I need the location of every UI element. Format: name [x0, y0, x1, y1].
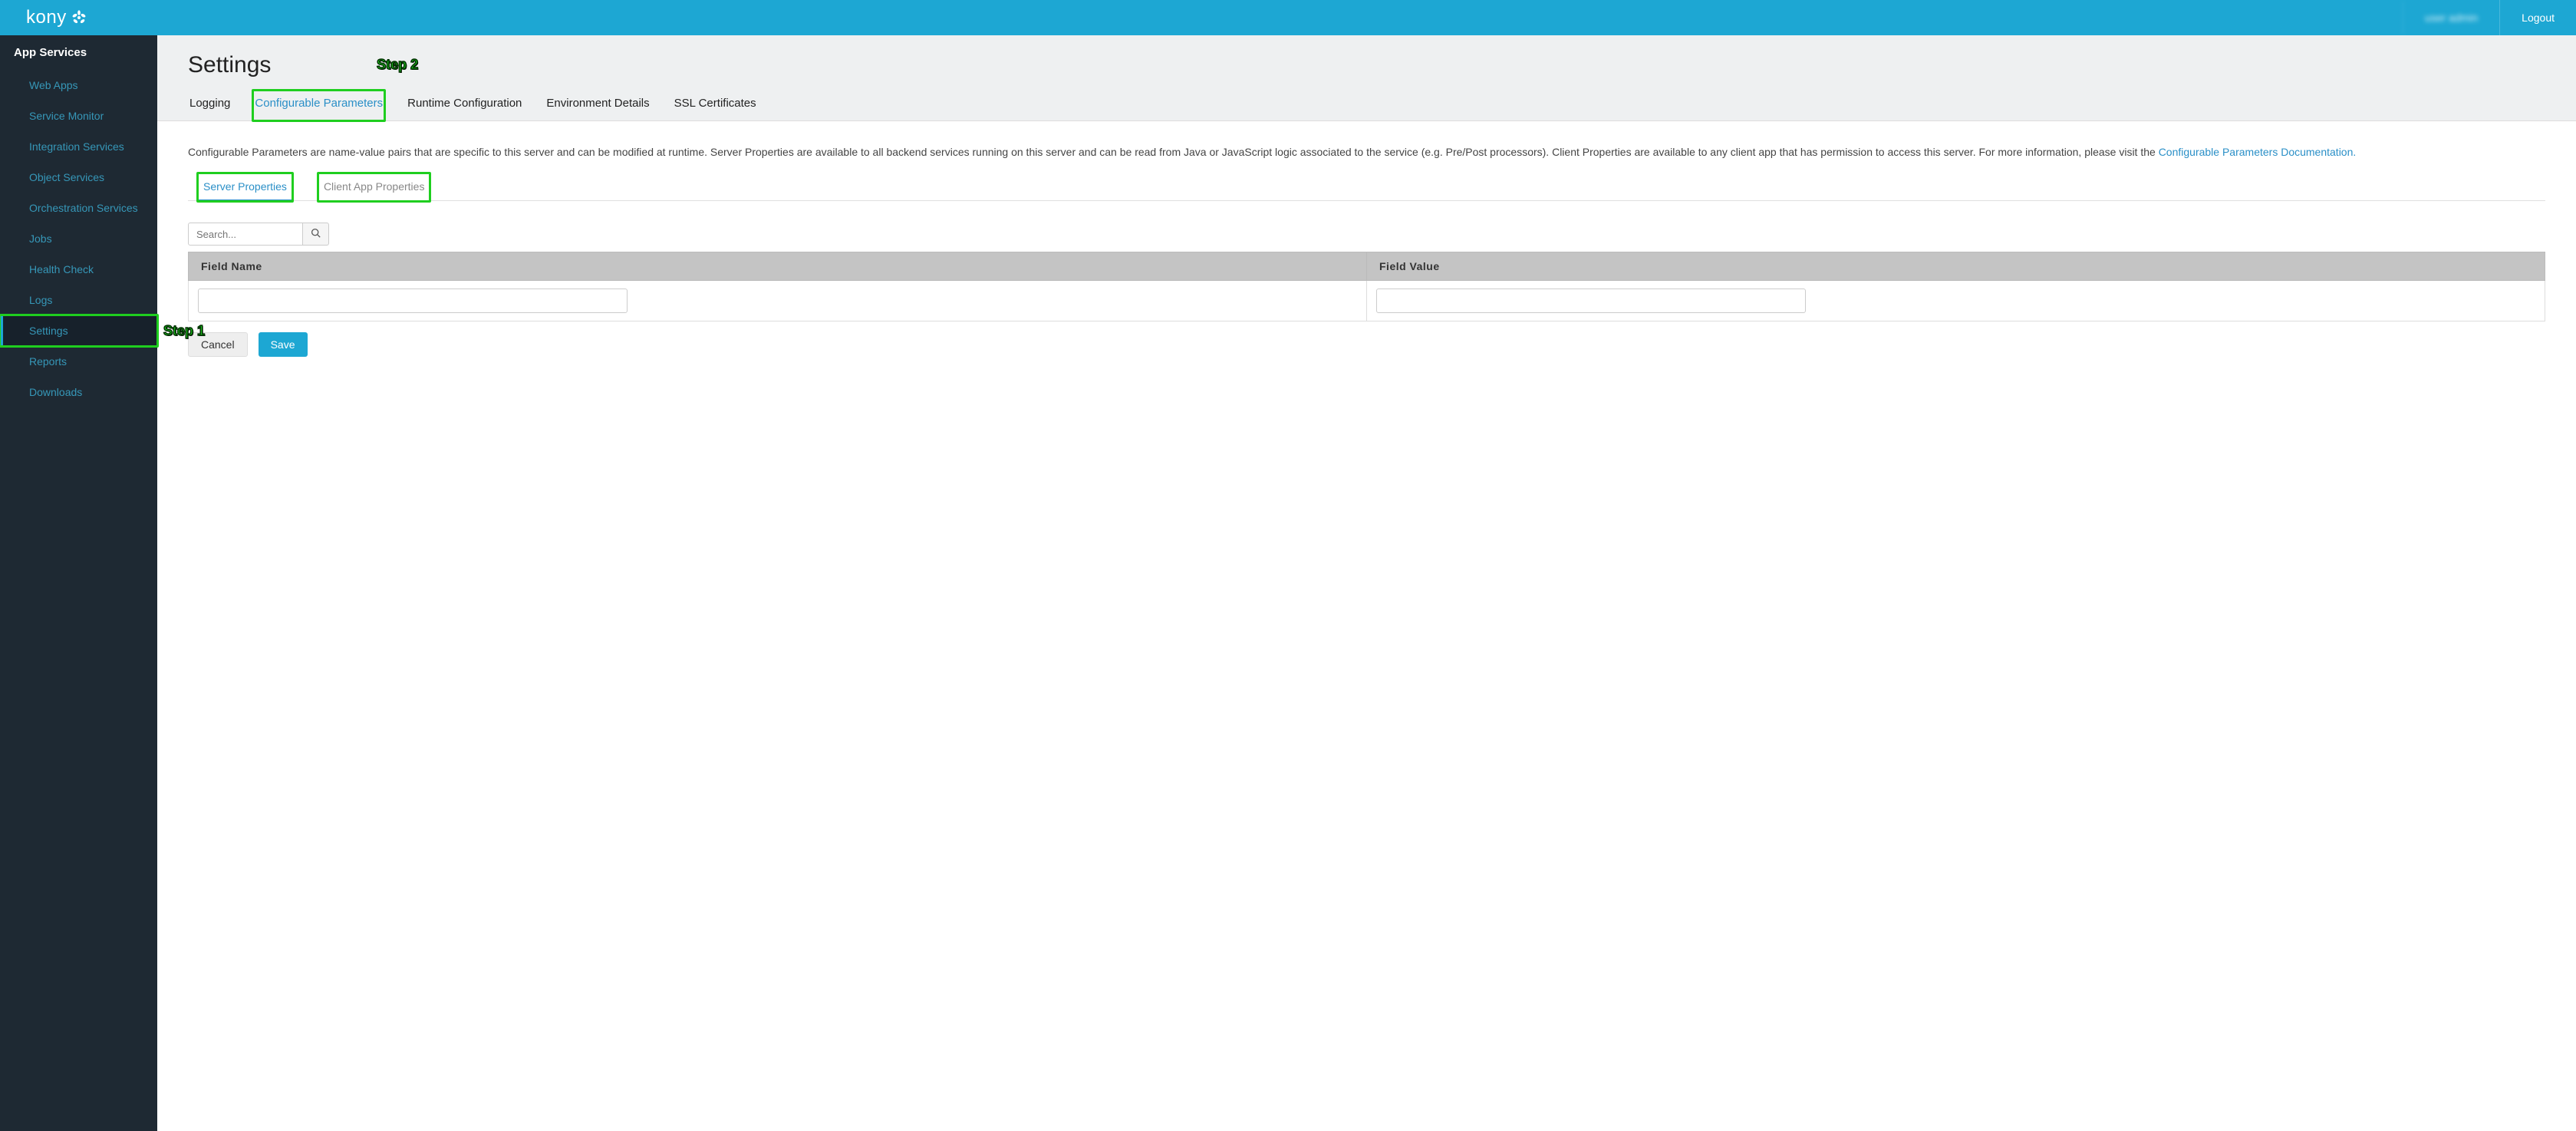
sidebar-item-downloads[interactable]: Downloads	[0, 377, 157, 407]
sidebar-item-settings[interactable]: Settings	[0, 315, 157, 346]
sidebar-item-jobs[interactable]: Jobs	[0, 223, 157, 254]
save-button[interactable]: Save	[259, 332, 308, 357]
field-name-input[interactable]	[198, 289, 628, 313]
tab-logging[interactable]: Logging	[188, 91, 232, 120]
col-field-name: Field Name	[189, 252, 1367, 281]
sidebar-item-object-services[interactable]: Object Services	[0, 162, 157, 193]
tab-runtime-configuration[interactable]: Runtime Configuration	[406, 91, 523, 120]
sidebar-title: App Services	[0, 35, 157, 70]
logout-link[interactable]: Logout	[2499, 0, 2576, 35]
page-title: Settings	[188, 52, 2545, 78]
button-row: Cancel Save	[188, 332, 2545, 357]
subtab-client-app-properties[interactable]: Client App Properties	[319, 174, 430, 200]
sidebar-item-reports[interactable]: Reports	[0, 346, 157, 377]
brand-flower-icon	[71, 9, 87, 26]
logo-area: kony	[0, 7, 87, 28]
tab-configurable-parameters[interactable]: Configurable Parameters	[253, 91, 384, 120]
sidebar-item-logs[interactable]: Logs	[0, 285, 157, 315]
brand-text: kony	[26, 7, 67, 28]
col-field-value: Field Value	[1367, 252, 2545, 281]
header-bar: kony user admin Logout	[0, 0, 2576, 35]
tab-ssl-certificates[interactable]: SSL Certificates	[673, 91, 758, 120]
main-area: Settings Logging Configurable Parameters R…	[157, 35, 2576, 1131]
header-right: user admin Logout	[2403, 0, 2576, 35]
content-inner: Configurable Parameters are name-value p…	[157, 121, 2576, 380]
header-user[interactable]: user admin	[2403, 0, 2499, 35]
field-value-input[interactable]	[1376, 289, 1806, 313]
sidebar-item-health-check[interactable]: Health Check	[0, 254, 157, 285]
sidebar-item-orchestration-services[interactable]: Orchestration Services	[0, 193, 157, 223]
sidebar-item-service-monitor[interactable]: Service Monitor	[0, 101, 157, 131]
search-row	[188, 223, 2545, 246]
sidebar: App Services Web AppsService MonitorInte…	[0, 35, 157, 1131]
search-button[interactable]	[303, 223, 329, 246]
properties-table: Field Name Field Value	[188, 252, 2545, 321]
cancel-button[interactable]: Cancel	[188, 332, 248, 357]
description-doc-link[interactable]: Configurable Parameters Documentation.	[2159, 146, 2357, 158]
page-head: Settings Logging Configurable Parameters R…	[157, 35, 2576, 121]
search-icon	[311, 228, 321, 240]
tab-row: Logging Configurable Parameters Runtime Co…	[188, 91, 2545, 120]
sidebar-item-integration-services[interactable]: Integration Services	[0, 131, 157, 162]
table-row	[189, 281, 2545, 321]
description-text: Configurable Parameters are name-value p…	[188, 144, 2545, 160]
subtab-row: Server Properties Client App Properties	[188, 174, 2545, 201]
sidebar-item-web-apps[interactable]: Web Apps	[0, 70, 157, 101]
tab-environment-details[interactable]: Environment Details	[545, 91, 651, 120]
subtab-server-properties[interactable]: Server Properties	[199, 174, 292, 200]
description-pre: Configurable Parameters are name-value p…	[188, 146, 2159, 158]
search-input[interactable]	[188, 223, 303, 246]
